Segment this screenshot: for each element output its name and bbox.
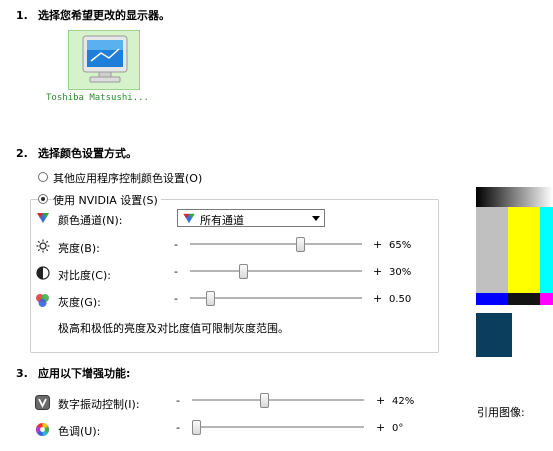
hue-value: 0°	[392, 423, 404, 434]
range-note: 极高和极低的亮度及对比度值可限制灰度范围。	[58, 322, 289, 335]
hue-slider[interactable]	[192, 419, 364, 436]
slider-track	[190, 270, 362, 273]
brightness-minus: -	[174, 238, 178, 251]
section-2-heading: 2. 选择颜色设置方式。	[16, 145, 137, 161]
slider-track	[192, 426, 364, 429]
section-1-title: 选择您希望更改的显示器。	[38, 9, 170, 22]
slider-thumb[interactable]	[260, 393, 269, 408]
all-channels-icon	[183, 213, 195, 224]
slider-track	[190, 297, 362, 300]
gamma-label: 灰度(G):	[58, 296, 101, 309]
contrast-icon	[36, 266, 50, 280]
reference-test-pattern	[476, 187, 553, 357]
section-3-number: 3.	[16, 367, 28, 380]
contrast-label: 对比度(C):	[58, 269, 111, 282]
hue-icon	[35, 422, 49, 436]
slider-thumb[interactable]	[239, 264, 248, 279]
contrast-slider[interactable]	[190, 263, 362, 280]
slider-track	[190, 243, 362, 246]
color-channel-value: 所有通道	[200, 214, 244, 227]
color-channel-icon	[36, 211, 50, 225]
section-1-number: 1.	[16, 9, 28, 22]
monitor-icon	[82, 35, 128, 83]
monitor-tile[interactable]	[68, 30, 140, 90]
chevron-down-icon	[312, 216, 320, 221]
contrast-plus: +	[373, 265, 383, 278]
brightness-slider[interactable]	[190, 236, 362, 253]
digital-vibrance-value: 42%	[392, 396, 415, 407]
color-channel-dropdown[interactable]: 所有通道	[177, 209, 325, 227]
digital-vibrance-label: 数字振动控制(I):	[58, 398, 140, 411]
digital-vibrance-slider[interactable]	[192, 392, 364, 409]
digital-vibrance-plus: +	[376, 394, 386, 407]
section-1-heading: 1. 选择您希望更改的显示器。	[16, 7, 170, 23]
digital-vibrance-icon	[35, 395, 50, 410]
section-3-heading: 3. 应用以下增强功能:	[16, 365, 130, 381]
gamma-icon	[35, 293, 49, 307]
slider-thumb[interactable]	[296, 237, 305, 252]
brightness-value: 65%	[389, 240, 412, 251]
gamma-plus: +	[373, 292, 383, 305]
radio-nvidia-settings[interactable]	[38, 194, 48, 204]
brightness-label: 亮度(B):	[58, 242, 100, 255]
radio-other-apps-label[interactable]: 其他应用程序控制颜色设置(O)	[53, 170, 202, 186]
radio-nvidia-settings-label[interactable]: 使用 NVIDIA 设置(S)	[53, 192, 161, 208]
slider-thumb[interactable]	[192, 420, 201, 435]
digital-vibrance-minus: -	[176, 394, 180, 407]
hue-plus: +	[376, 421, 386, 434]
color-channel-label: 颜色通道(N):	[58, 214, 123, 227]
slider-track	[192, 399, 364, 402]
radio-other-apps[interactable]	[38, 172, 48, 182]
brightness-plus: +	[373, 238, 383, 251]
contrast-minus: -	[174, 265, 178, 278]
section-2-title: 选择颜色设置方式。	[38, 147, 137, 160]
gamma-minus: -	[174, 292, 178, 305]
reference-image-label: 引用图像:	[477, 406, 525, 419]
contrast-value: 30%	[389, 267, 412, 278]
hue-minus: -	[176, 421, 180, 434]
section-2-number: 2.	[16, 147, 28, 160]
monitor-name: Toshiba Matsushi...	[46, 93, 149, 103]
hue-label: 色调(U):	[58, 425, 101, 438]
section-3-title: 应用以下增强功能:	[38, 367, 131, 380]
gamma-value: 0.50	[389, 294, 412, 305]
gamma-slider[interactable]	[190, 290, 362, 307]
slider-thumb[interactable]	[206, 291, 215, 306]
brightness-icon	[36, 239, 50, 253]
